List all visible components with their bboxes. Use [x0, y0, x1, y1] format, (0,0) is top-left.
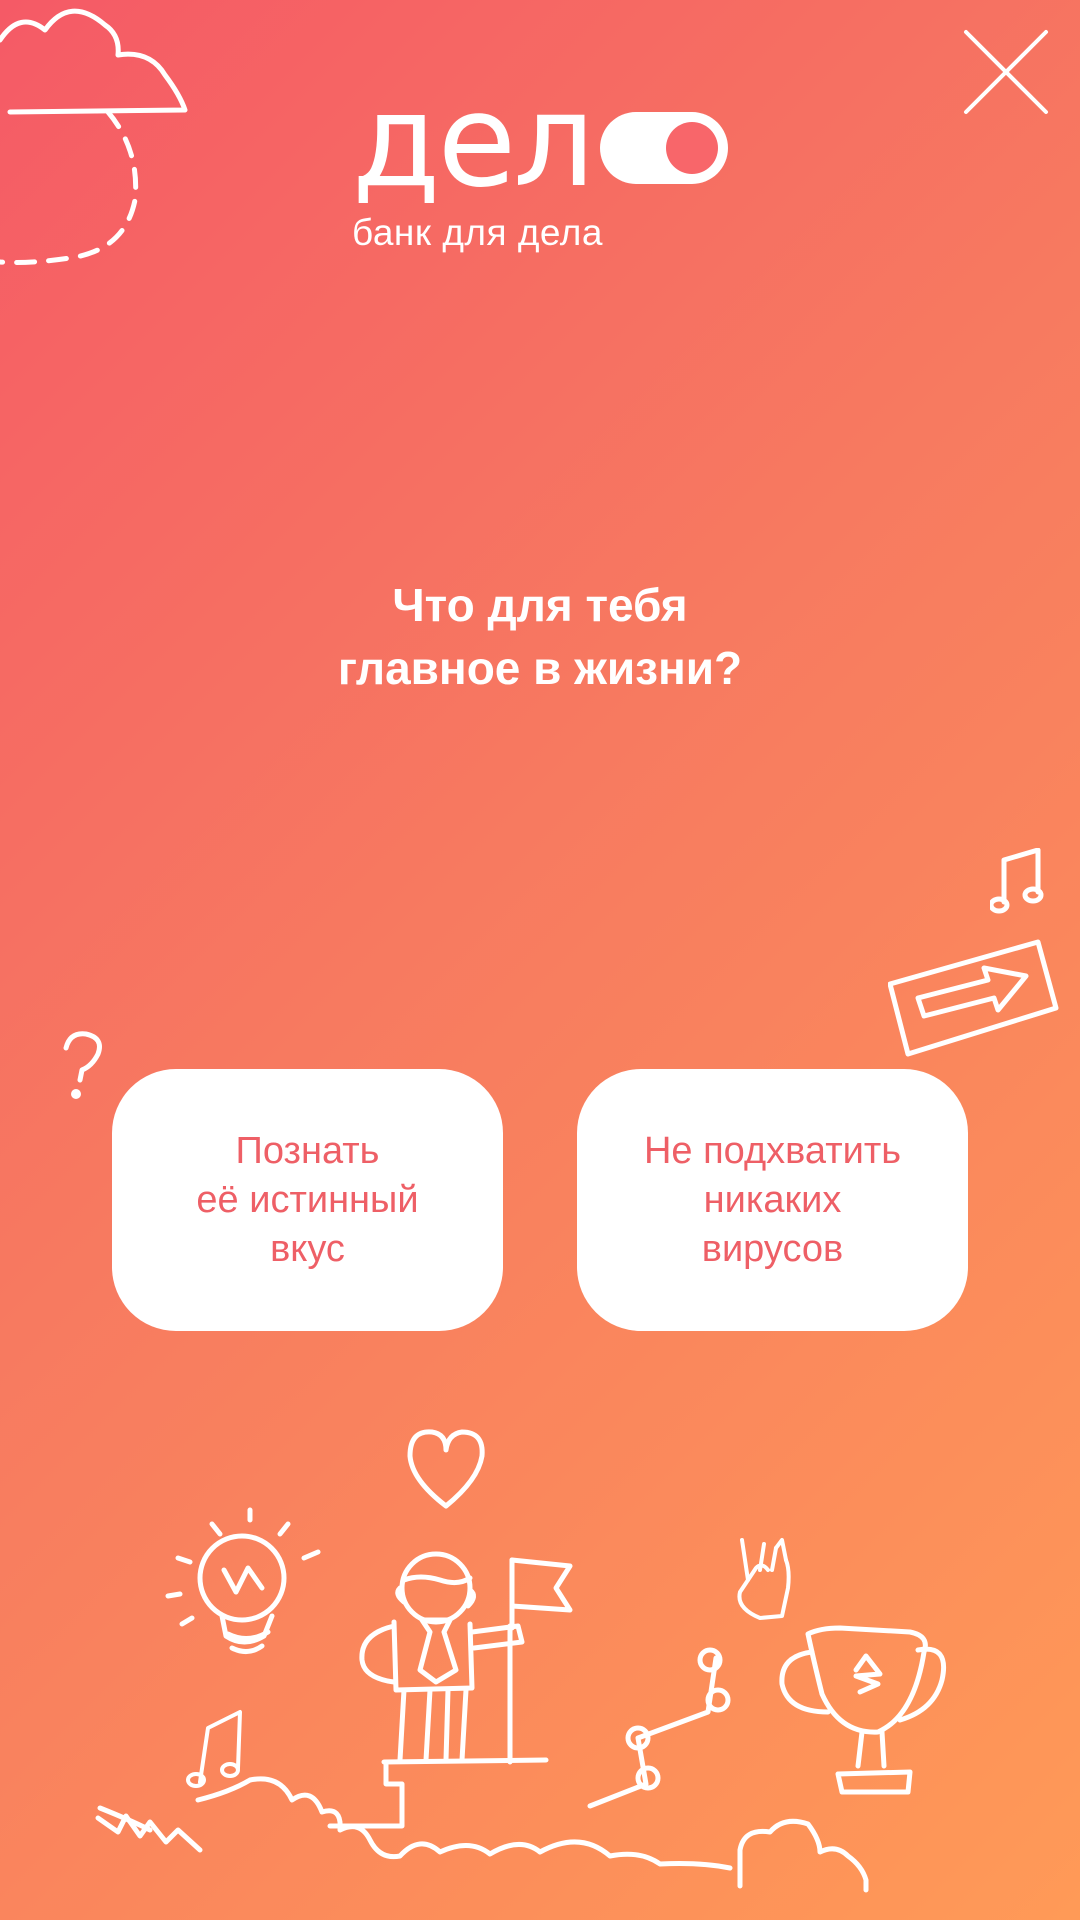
question-mark-icon [63, 1031, 102, 1099]
graph-icon [587, 1647, 731, 1809]
close-button[interactable] [960, 26, 1052, 118]
logo-toggle-mark [600, 112, 728, 184]
logo-wordmark: дел [352, 67, 595, 216]
answer-2-line-1: Не подхватить [643, 1129, 902, 1172]
answer-2-line-3: вирусов [701, 1227, 844, 1270]
bottom-illustration [95, 1429, 946, 1893]
rock-hand-icon [737, 1538, 791, 1620]
cloud-bottom [97, 1776, 733, 1871]
question-line-2: главное в жизни? [337, 642, 743, 694]
music-note-icon [990, 848, 1044, 914]
answer-button-1[interactable]: Познать её истинный вкус [112, 1069, 503, 1331]
answer-button-2[interactable]: Не подхватить никаких вирусов [577, 1069, 968, 1331]
brand-logo: дел банк для дела [352, 78, 732, 260]
logo-tagline: банк для дела [352, 212, 603, 253]
cloud-bottom-right [737, 1818, 869, 1893]
arrow-sign-icon [888, 939, 1059, 1057]
question-line-1: Что для тебя [392, 579, 688, 631]
question-title: Что для тебя главное в жизни? [0, 574, 1080, 700]
answer-1-text: Познать её истинный вкус [196, 1127, 418, 1274]
answer-1-line-3: вкус [270, 1227, 345, 1270]
answer-1-line-2: её истинный [196, 1178, 419, 1221]
person-with-flag-icon [359, 1551, 573, 1765]
answer-1-line-1: Познать [235, 1129, 380, 1172]
music-note-icon-bottom [186, 1710, 242, 1788]
heart-icon [407, 1429, 485, 1509]
answer-2-text: Не подхватить никаких вирусов [644, 1127, 901, 1274]
cloud-icon [0, 8, 188, 265]
close-icon [964, 30, 1048, 114]
trophy-icon [779, 1625, 946, 1795]
lightbulb-icon [165, 1507, 321, 1654]
answer-2-line-2: никаких [703, 1178, 842, 1221]
